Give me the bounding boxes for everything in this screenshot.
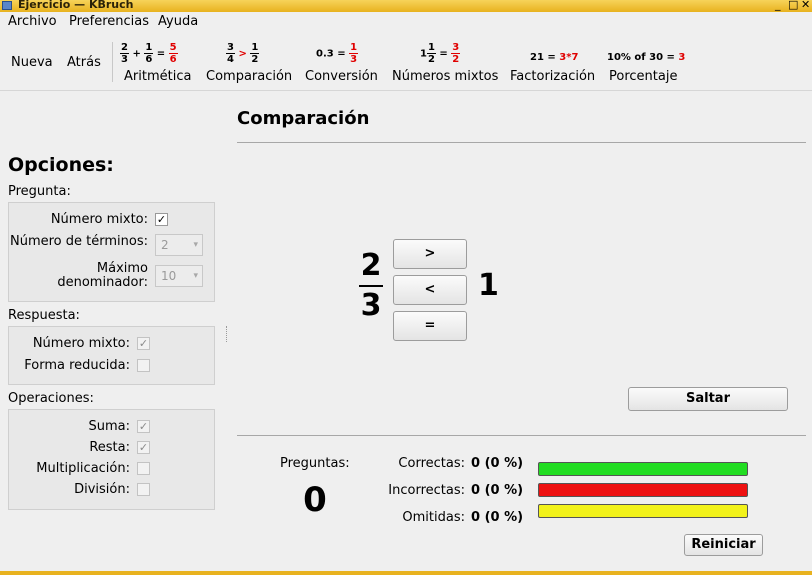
question-mixed-label: Número mixto: bbox=[50, 212, 148, 227]
terms-value: 2 bbox=[161, 238, 169, 252]
multiplication-checkbox[interactable] bbox=[137, 462, 150, 475]
minimize-button[interactable]: _ bbox=[775, 0, 781, 12]
mode-factorization-button[interactable]: 21 = 3*7 Factorización bbox=[508, 40, 596, 90]
answer-mixed-label: Número mixto: bbox=[32, 336, 130, 351]
window-title: Ejercicio — KBruch bbox=[18, 0, 134, 11]
incorrect-value: 0 (0 %) bbox=[471, 483, 524, 498]
skipped-value: 0 (0 %) bbox=[471, 510, 524, 525]
chevron-down-icon: ▾ bbox=[193, 240, 198, 250]
subtraction-checkbox[interactable]: ✓ bbox=[137, 441, 150, 454]
division-label: División: bbox=[74, 482, 130, 497]
mode-mixed-numbers-button[interactable]: 112 = 32 Números mixtos bbox=[390, 40, 498, 90]
answer-group: Número mixto: ✓ Forma reducida: bbox=[8, 326, 215, 385]
splitter-handle[interactable] bbox=[226, 326, 228, 342]
mixed-numbers-icon: 112 = 32 bbox=[420, 42, 461, 65]
reduced-form-label: Forma reducida: bbox=[24, 358, 130, 373]
less-than-button[interactable]: < bbox=[393, 275, 467, 305]
mode-arithmetic-label: Aritmética bbox=[124, 69, 192, 84]
maximize-button[interactable]: □ bbox=[788, 0, 798, 12]
subtraction-label: Resta: bbox=[89, 440, 130, 455]
exercise-title: Comparación bbox=[237, 108, 370, 129]
left-numerator: 2 bbox=[360, 248, 382, 283]
factorization-icon: 21 = 3*7 bbox=[530, 52, 579, 63]
question-heading: Pregunta: bbox=[8, 184, 71, 199]
comparison-icon: 34 > 12 bbox=[226, 42, 260, 65]
correct-label: Correctas: bbox=[398, 456, 465, 471]
right-value: 1 bbox=[478, 268, 499, 303]
percentage-icon: 10% of 30 = 3 bbox=[607, 52, 686, 63]
divider-bottom bbox=[237, 435, 806, 436]
skipped-bar bbox=[538, 504, 748, 518]
mode-comparison-label: Comparación bbox=[206, 69, 293, 84]
incorrect-bar bbox=[538, 483, 748, 497]
arithmetic-icon: 23 + 16 = 56 bbox=[120, 42, 178, 65]
mode-comparison-button[interactable]: 34 > 12 Comparación bbox=[204, 40, 292, 90]
terms-label: Número de términos: bbox=[10, 234, 148, 249]
options-title: Opciones: bbox=[8, 154, 114, 176]
new-button[interactable]: Nueva bbox=[11, 55, 53, 70]
mode-factorization-label: Factorización bbox=[510, 69, 596, 84]
max-denominator-value: 10 bbox=[161, 269, 177, 283]
app-icon bbox=[2, 1, 12, 10]
sum-checkbox[interactable]: ✓ bbox=[137, 420, 150, 433]
operations-group: Suma: ✓ Resta: ✓ Multiplicación: Divisió… bbox=[8, 409, 215, 510]
incorrect-label: Incorrectas: bbox=[388, 483, 465, 498]
chevron-down-icon: ▾ bbox=[193, 271, 198, 281]
mode-percentage-label: Porcentaje bbox=[609, 69, 678, 84]
toolbar: Nueva Atrás 23 + 16 = 56 Aritmética 34 >… bbox=[0, 34, 812, 91]
mode-percentage-button[interactable]: 10% of 30 = 3 Porcentaje bbox=[605, 40, 685, 90]
mode-conversion-label: Conversión bbox=[305, 69, 378, 84]
multiplication-label: Multiplicación: bbox=[36, 461, 130, 476]
question-mixed-checkbox[interactable]: ✓ bbox=[155, 213, 168, 226]
menu-archivo[interactable]: Archivo bbox=[8, 14, 57, 29]
correct-value: 0 (0 %) bbox=[471, 456, 524, 471]
question-group: Número mixto: ✓ Número de términos: 2 ▾ … bbox=[8, 202, 215, 302]
questions-count: 0 bbox=[303, 480, 327, 520]
equal-button[interactable]: = bbox=[393, 311, 467, 341]
skip-button[interactable]: Saltar bbox=[628, 387, 788, 411]
sum-label: Suma: bbox=[88, 419, 130, 434]
operations-heading: Operaciones: bbox=[8, 391, 94, 406]
correct-bar bbox=[538, 462, 748, 476]
fraction-bar bbox=[359, 285, 383, 287]
greater-than-button[interactable]: > bbox=[393, 239, 467, 269]
reduced-form-checkbox[interactable] bbox=[137, 359, 150, 372]
menu-preferencias[interactable]: Preferencias bbox=[69, 14, 149, 29]
max-denominator-spinbox[interactable]: 10 ▾ bbox=[155, 265, 203, 287]
mode-mixed-numbers-label: Números mixtos bbox=[392, 69, 499, 84]
reset-button[interactable]: Reiniciar bbox=[684, 534, 763, 556]
answer-mixed-checkbox[interactable]: ✓ bbox=[137, 337, 150, 350]
questions-label: Preguntas: bbox=[280, 456, 350, 471]
toolbar-separator bbox=[112, 42, 113, 82]
menu-bar: Archivo Preferencias Ayuda bbox=[0, 12, 812, 34]
conversion-icon: 0.3 = 13 bbox=[316, 42, 359, 65]
divider-top bbox=[237, 142, 806, 143]
left-fraction: 2 3 bbox=[352, 249, 390, 323]
left-denominator: 3 bbox=[360, 288, 382, 323]
mode-arithmetic-button[interactable]: 23 + 16 = 56 Aritmética bbox=[118, 40, 192, 90]
menu-ayuda[interactable]: Ayuda bbox=[158, 14, 198, 29]
skipped-label: Omitidas: bbox=[402, 510, 465, 525]
terms-spinbox[interactable]: 2 ▾ bbox=[155, 234, 203, 256]
close-button[interactable]: ✕ bbox=[801, 0, 810, 12]
max-denominator-label: Máximo denominador: bbox=[57, 261, 148, 290]
window-bottom-border bbox=[0, 571, 812, 575]
mode-conversion-button[interactable]: 0.3 = 13 Conversión bbox=[303, 40, 378, 90]
back-button[interactable]: Atrás bbox=[67, 55, 101, 70]
division-checkbox[interactable] bbox=[137, 483, 150, 496]
answer-heading: Respuesta: bbox=[8, 308, 80, 323]
title-bar: Ejercicio — KBruch _ □ ✕ bbox=[0, 0, 812, 12]
